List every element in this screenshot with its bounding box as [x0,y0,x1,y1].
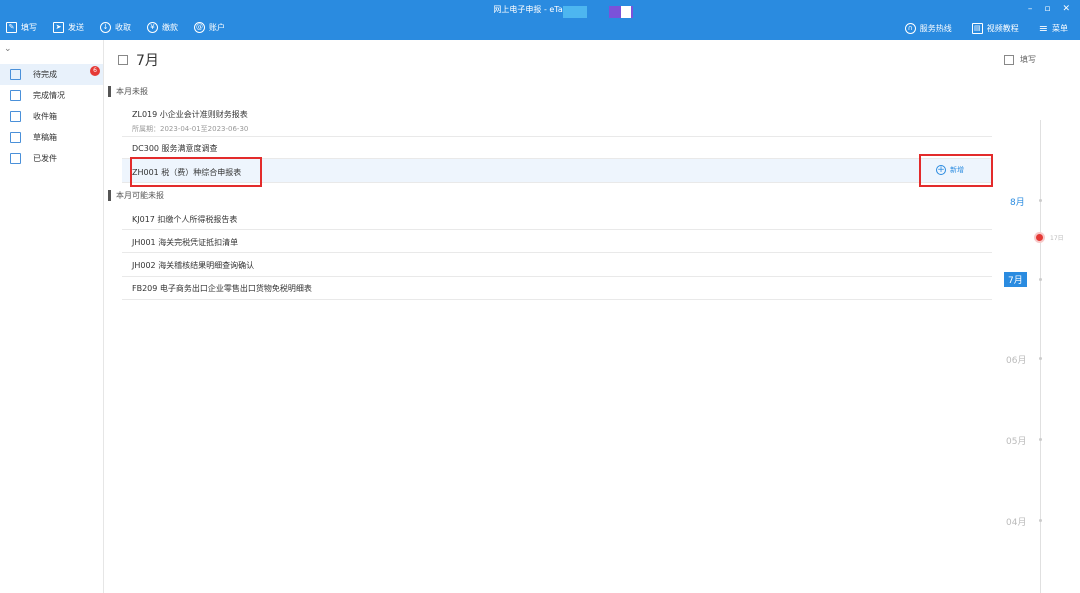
timeline-month-jul[interactable]: 7月 [1004,272,1027,287]
title-swatch-c [621,6,631,18]
video-tutorial-label: 视频教程 [986,24,1019,33]
form-name: KJ017 扣缴个人所得税报告表 [132,215,238,224]
main-panel: 7月 本月未报 ZL019 小企业会计准则财务报表 所属期：2023-04-01… [104,40,996,593]
menu-icon: ≡ [1038,22,1048,35]
timeline-month-apr[interactable]: 04月 [1006,515,1026,528]
sidebar-item-drafts[interactable]: 草稿箱 [0,127,103,148]
section-marker [108,190,111,201]
sidebar: ⌄ 待完成 6 完成情况 收件箱 草稿箱 已发件 [0,40,104,593]
timeline-month-jun[interactable]: 06月 [1006,353,1026,366]
timeline-tick [1039,278,1042,281]
calendar-icon [118,55,128,65]
window-controls: – ▫ ✕ [1028,4,1070,14]
sidebar-item-label: 已发件 [33,154,57,163]
title-bar: 网上电子申报 - eTax@SH – ▫ ✕ ✎ 填写 ➤ 发送 ↓ 收取 ¥ … [0,0,1080,40]
today-label: 17日 [1050,235,1064,242]
todo-icon [10,69,21,80]
highlight-box-add [919,154,993,187]
timeline-pane: 填写 8月 17日 7月 06月 05月 04月 [996,40,1080,593]
highlight-box-form [130,157,262,187]
timeline-tick [1039,438,1042,441]
section-header-unfiled: 本月未报 [108,86,148,97]
todo-count-badge: 6 [90,66,100,76]
inbox-icon [10,111,21,122]
yen-icon: ¥ [147,22,158,33]
toolbar-pay-label: 缴款 [162,23,178,32]
user-icon: @ [194,22,205,33]
sidebar-item-label: 完成情况 [33,91,65,100]
form-name: DC300 服务满意度调查 [132,144,218,153]
sidebar-item-label: 草稿箱 [33,133,57,142]
title-swatch-a [563,6,587,18]
menu-label: 菜单 [1052,24,1068,33]
section-title: 本月可能未报 [116,191,164,200]
drafts-icon [10,132,21,143]
toolbar-account-label: 账户 [209,23,225,32]
today-marker [1036,234,1043,241]
minimize-button[interactable]: – [1028,4,1033,14]
menu-button[interactable]: ≡ 菜单 [1039,22,1068,35]
section-title: 本月未报 [116,87,148,96]
sidebar-item-todo[interactable]: 待完成 6 [0,64,103,85]
close-button[interactable]: ✕ [1062,4,1070,14]
form-row[interactable]: FB209 电子商务出口企业零售出口货物免税明细表 [122,277,992,300]
chevron-down-icon[interactable]: ⌄ [4,44,12,54]
timeline-month-aug[interactable]: 8月 [1010,195,1025,208]
form-row[interactable]: JH002 海关稽核结果明细查询确认 [122,253,992,277]
hotline-label: 服务热线 [919,24,952,33]
sidebar-item-label: 收件箱 [33,112,57,121]
headset-icon: ∩ [904,23,916,34]
window-title: 网上电子申报 - eTax@SH [493,5,587,14]
section-header-maybe-unfiled: 本月可能未报 [108,190,164,201]
section-marker [108,86,111,97]
sidebar-item-sent[interactable]: 已发件 [0,148,103,169]
edit-icon [1004,54,1014,65]
toolbar-receive-label: 收取 [115,23,131,32]
toolbar-pay-button[interactable]: ¥ 缴款 [147,22,178,33]
edit-icon: ✎ [6,22,17,33]
status-icon [10,90,21,101]
sent-icon [10,153,21,164]
form-row[interactable]: DC300 服务满意度调查 [122,137,992,159]
form-row[interactable]: ZL019 小企业会计准则财务报表 所属期：2023-04-01至2023-06… [122,106,992,137]
fill-button[interactable]: 填写 [1004,54,1036,65]
month-header: 7月 [118,50,159,70]
video-icon: ▤ [971,23,983,34]
form-name: FB209 电子商务出口企业零售出口货物免税明细表 [132,284,312,293]
sidebar-item-inbox[interactable]: 收件箱 [0,106,103,127]
timeline-month-may[interactable]: 05月 [1006,434,1026,447]
form-name: JH002 海关稽核结果明细查询确认 [132,261,255,270]
send-icon: ➤ [53,22,64,33]
secondary-toolbar: ∩ 服务热线 ▤ 视频教程 ≡ 菜单 [904,22,1068,35]
toolbar-receive-button[interactable]: ↓ 收取 [100,22,131,33]
form-name: ZL019 小企业会计准则财务报表 [132,110,248,119]
toolbar-send-label: 发送 [68,23,84,32]
download-icon: ↓ [100,22,111,33]
toolbar-send-button[interactable]: ➤ 发送 [53,22,84,33]
timeline-tick [1039,199,1042,202]
toolbar-fill-label: 填写 [21,23,37,32]
sidebar-item-status[interactable]: 完成情况 [0,85,103,106]
fill-label: 填写 [1020,55,1036,64]
video-tutorial-button[interactable]: ▤ 视频教程 [971,22,1019,35]
toolbar-fill-button[interactable]: ✎ 填写 [6,22,37,33]
form-name: JH001 海关完税凭证抵扣清单 [132,238,239,247]
form-row[interactable]: JH001 海关完税凭证抵扣清单 [122,230,992,253]
maximize-button[interactable]: ▫ [1044,4,1050,14]
month-title: 7月 [136,53,159,69]
sidebar-item-label: 待完成 [33,70,57,79]
form-row[interactable]: KJ017 扣缴个人所得税报告表 [122,206,992,230]
main-toolbar: ✎ 填写 ➤ 发送 ↓ 收取 ¥ 缴款 @ 账户 [6,22,225,33]
form-period: 所属期：2023-04-01至2023-06-30 [132,125,249,133]
timeline-tick [1039,519,1042,522]
toolbar-account-button[interactable]: @ 账户 [194,22,225,33]
hotline-button[interactable]: ∩ 服务热线 [904,22,952,35]
timeline-tick [1039,357,1042,360]
